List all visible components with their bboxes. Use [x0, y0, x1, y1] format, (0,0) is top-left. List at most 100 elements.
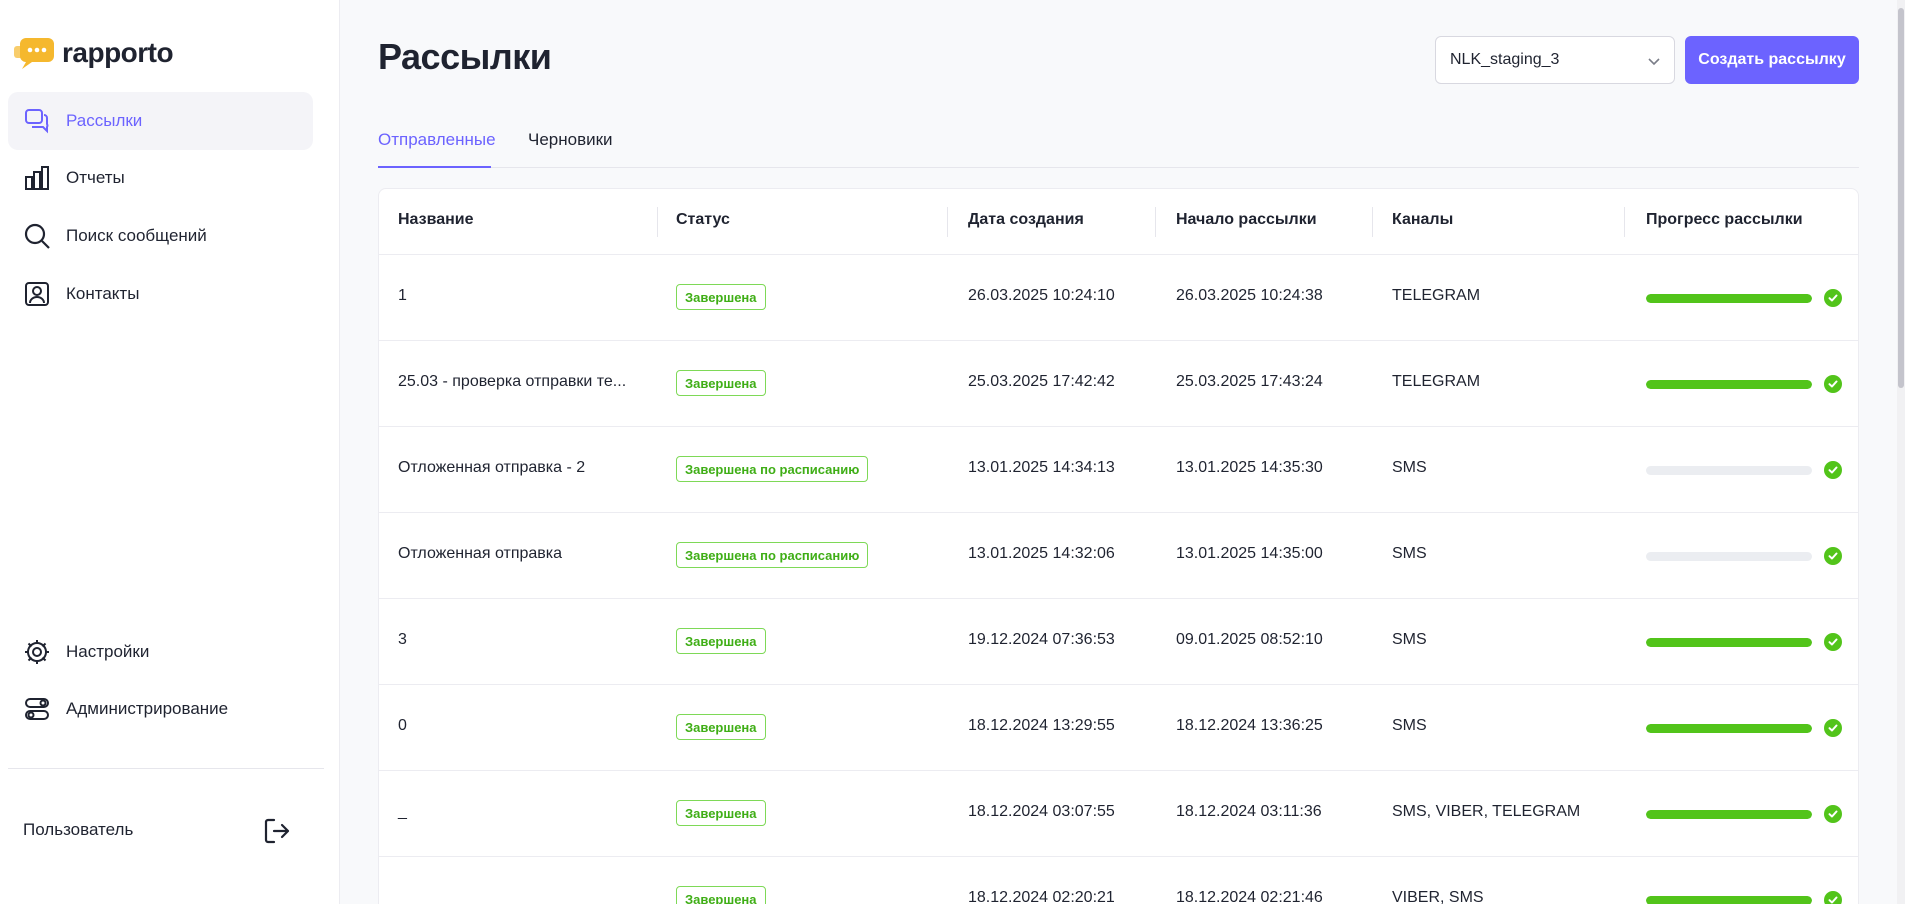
table-row[interactable]: Отложенная отправка Завершена по расписан… [379, 513, 1858, 599]
chat-bubbles-icon [22, 106, 52, 136]
page-title: Рассылки [378, 36, 552, 77]
progress-bar [1646, 810, 1812, 819]
channels: VIBER, SMS [1392, 889, 1484, 904]
search-icon [22, 221, 52, 251]
status-badge: Завершена [676, 370, 766, 396]
status-badge: Завершена [676, 800, 766, 826]
progress-fill [1646, 896, 1812, 904]
table-row[interactable]: Завершена 18.12.2024 02:20:21 18.12.2024 0… [379, 857, 1858, 904]
check-circle-icon [1824, 375, 1842, 393]
table-row[interactable]: 0 Завершена 18.12.2024 13:29:55 18.12.2024 … [379, 685, 1858, 771]
sidebar-item-label: Контакты [66, 284, 140, 303]
channels: SMS [1392, 717, 1427, 734]
tab-sent[interactable]: Отправленные [378, 130, 496, 168]
app-logo[interactable]: rapporto [12, 36, 174, 70]
progress-bar [1646, 724, 1812, 733]
gear-icon [22, 637, 52, 667]
start-date: 13.01.2025 14:35:00 [1176, 545, 1323, 562]
created-date: 18.12.2024 02:20:21 [968, 889, 1115, 904]
column-header-started[interactable]: Начало рассылки [1176, 211, 1317, 229]
start-date: 26.03.2025 10:24:38 [1176, 287, 1323, 304]
contact-card-icon [22, 279, 52, 309]
status-badge: Завершена по расписанию [676, 456, 869, 482]
progress-fill [1646, 810, 1812, 819]
created-date: 13.01.2025 14:32:06 [968, 545, 1115, 562]
progress-fill [1646, 638, 1812, 647]
progress-fill [1646, 294, 1812, 303]
mailing-name: Отложенная отправка - 2 [398, 459, 586, 476]
mailing-name: 1 [398, 287, 407, 304]
created-date: 26.03.2025 10:24:10 [968, 287, 1115, 304]
column-header-status[interactable]: Статус [676, 211, 730, 229]
mailing-name: 0 [398, 717, 407, 734]
sidebar-item-label: Отчеты [66, 168, 125, 187]
created-date: 13.01.2025 14:34:13 [968, 459, 1115, 476]
created-date: 19.12.2024 07:36:53 [968, 631, 1115, 648]
status-badge: Завершена [676, 628, 766, 654]
table-row[interactable]: _ Завершена 18.12.2024 03:07:55 18.12.2024 … [379, 771, 1858, 857]
table-header: Название Статус Дата создания Начало рас… [379, 189, 1858, 255]
project-select-value: NLK_staging_3 [1450, 51, 1560, 68]
column-divider [1624, 207, 1625, 237]
table-row[interactable]: Отложенная отправка - 2 Завершена по расп… [379, 427, 1858, 513]
mailing-name: 25.03 - проверка отправки те... [398, 373, 627, 390]
channels: SMS [1392, 545, 1427, 562]
table-row[interactable]: 3 Завершена 19.12.2024 07:36:53 09.01.2025 … [379, 599, 1858, 685]
progress-fill [1646, 724, 1812, 733]
progress-bar [1646, 552, 1812, 561]
channels: SMS [1392, 631, 1427, 648]
check-circle-icon [1824, 547, 1842, 565]
mailing-name: Отложенная отправка [398, 545, 563, 562]
sidebar-item-label: Рассылки [66, 111, 143, 130]
mailing-name: _ [398, 803, 407, 820]
created-date: 25.03.2025 17:42:42 [968, 373, 1115, 390]
toggles-icon [22, 694, 52, 724]
column-header-progress[interactable]: Прогресс рассылки [1646, 211, 1803, 229]
start-date: 25.03.2025 17:43:24 [1176, 373, 1323, 390]
column-header-created[interactable]: Дата создания [968, 211, 1084, 229]
chevron-down-icon [1648, 58, 1660, 66]
sidebar-item-message-search[interactable]: Поиск сообщений [8, 207, 313, 265]
sidebar-item-reports[interactable]: Отчеты [8, 149, 313, 207]
logout-icon [264, 818, 290, 844]
table-row[interactable]: 25.03 - проверка отправки те... Завершена… [379, 341, 1858, 427]
column-divider [1372, 207, 1373, 237]
app-name: rapporto [62, 37, 174, 68]
sidebar: rapporto Рассылки Отчеты Поиск сообщений… [0, 0, 340, 904]
scrollbar-thumb[interactable] [1898, 8, 1904, 388]
create-mailing-button[interactable]: Создать рассылку [1685, 36, 1859, 84]
status-badge: Завершена [676, 714, 766, 740]
check-circle-icon [1824, 805, 1842, 823]
table-row[interactable]: 1 Завершена 26.03.2025 10:24:10 26.03.2025 … [379, 255, 1858, 341]
progress-bar [1646, 896, 1812, 904]
project-select[interactable]: NLK_staging_3 [1435, 36, 1675, 84]
status-badge: Завершена [676, 284, 766, 310]
sidebar-item-label: Настройки [66, 642, 150, 661]
page-scrollbar[interactable] [1897, 0, 1905, 904]
channels: SMS [1392, 459, 1427, 476]
sidebar-item-label: Поиск сообщений [66, 226, 207, 245]
sidebar-item-administration[interactable]: Администрирование [8, 680, 313, 738]
check-circle-icon [1824, 633, 1842, 651]
progress-bar [1646, 380, 1812, 389]
column-header-name[interactable]: Название [398, 211, 474, 229]
tab-drafts[interactable]: Черновики [528, 130, 613, 168]
sidebar-item-mailings[interactable]: Рассылки [8, 92, 313, 150]
start-date: 18.12.2024 02:21:46 [1176, 889, 1323, 904]
sidebar-item-contacts[interactable]: Контакты [8, 265, 313, 323]
sidebar-item-label: Администрирование [66, 699, 229, 718]
column-header-channels[interactable]: Каналы [1392, 211, 1453, 229]
progress-bar [1646, 638, 1812, 647]
status-badge: Завершена по расписанию [676, 542, 869, 568]
sidebar-divider [8, 768, 324, 769]
logout-button[interactable] [262, 816, 292, 846]
column-divider [947, 207, 948, 237]
channels: TELEGRAM [1392, 287, 1481, 304]
tabs: Отправленные Черновики [378, 124, 1859, 168]
progress-fill [1646, 380, 1812, 389]
mailing-name: 3 [398, 631, 407, 648]
check-circle-icon [1824, 719, 1842, 737]
sidebar-item-settings[interactable]: Настройки [8, 623, 313, 681]
start-date: 18.12.2024 03:11:36 [1176, 803, 1322, 820]
created-date: 18.12.2024 13:29:55 [968, 717, 1115, 734]
